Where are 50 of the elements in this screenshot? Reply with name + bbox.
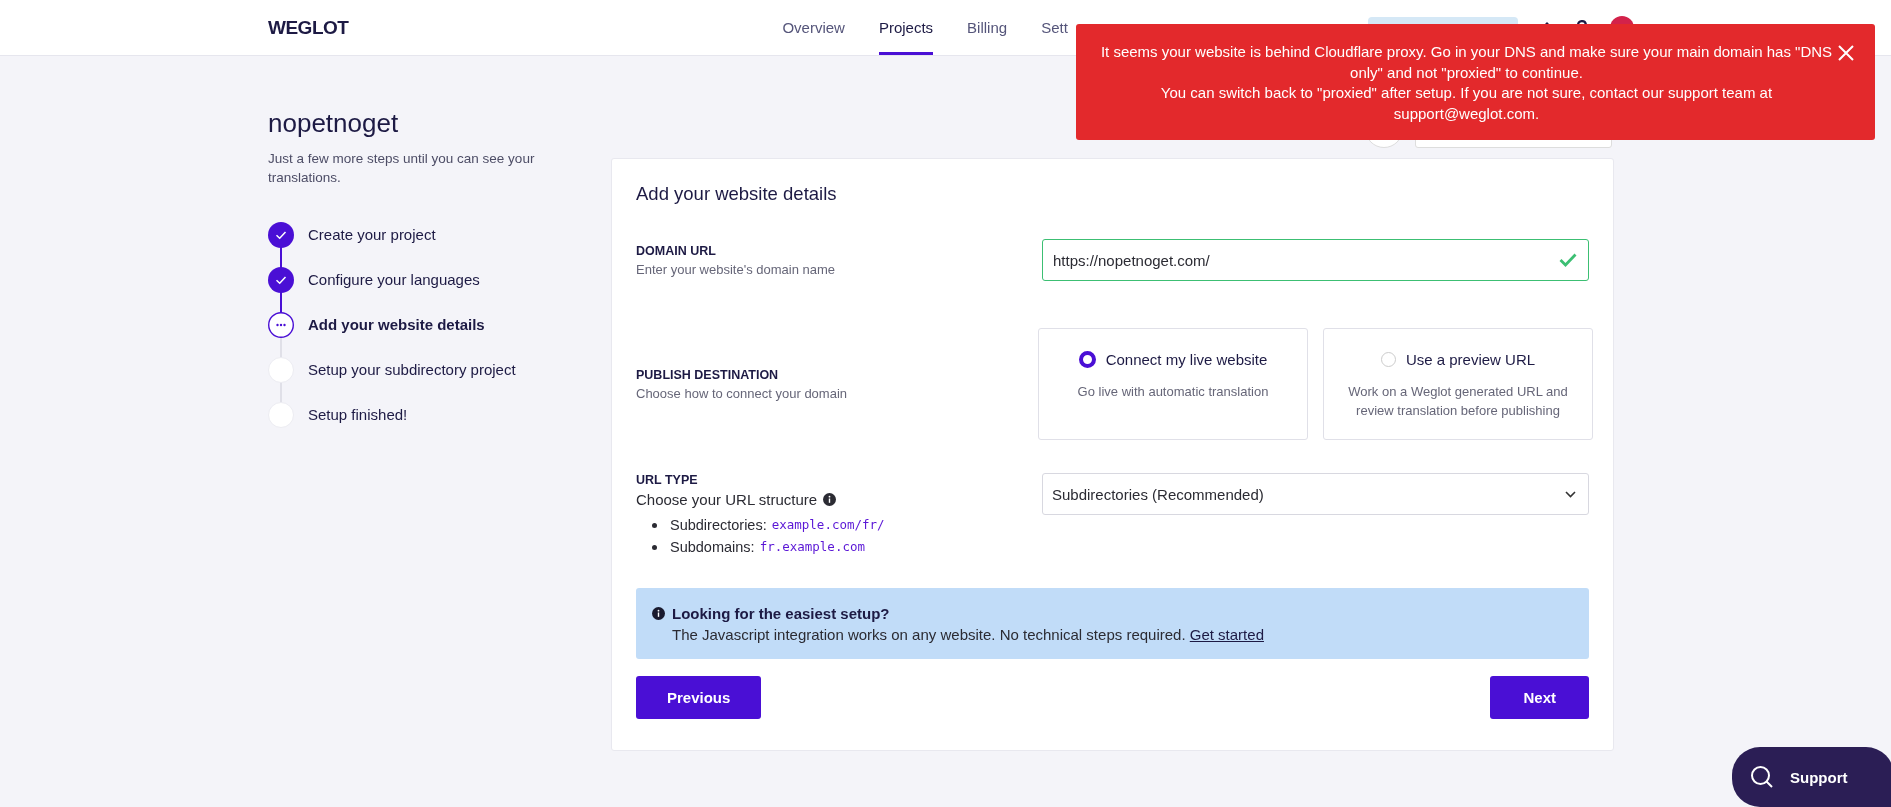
info-text: The Javascript integration works on any website. No technical steps required. [672,626,1186,643]
nav-tab[interactable]: Overview [782,0,845,55]
project-subtitle: Just a few more steps until you can see your translations. [268,150,536,187]
get-started-link[interactable]: Get started [1189,626,1264,643]
search-icon [1750,765,1774,789]
field-label: URL TYPE [636,473,699,487]
step-connector [280,246,282,269]
field-hint: Choose how to connect your domain [636,385,848,401]
field-hint: Choose your URL structure [636,491,818,508]
option-title: Connect my live website [1105,351,1268,368]
example-code: fr.example.com [759,538,865,556]
close-icon[interactable] [1837,44,1855,62]
step-label: Setup finished! [308,406,408,423]
project-title: nopetnoget [268,108,400,139]
info-title: Looking for the easiest setup? [672,605,890,622]
field-hint: Enter your website's domain name [636,261,837,277]
error-message: You can switch back to "proxied" after setup. If you are not sure, contact our support team at support@weglot.com. [1159,83,1774,124]
info-icon[interactable] [823,493,837,506]
logo[interactable]: WEGLOT [268,16,349,39]
check-icon [1559,253,1577,267]
support-button[interactable]: Support [1732,747,1891,807]
nav-tab[interactable]: Sett [1041,0,1068,55]
step-label: Add your website details [308,316,485,333]
example-name: Subdomains: [670,538,755,557]
field-label: DOMAIN URL [636,243,717,258]
field-label: PUBLISH DESTINATION [636,367,780,382]
domain-field[interactable]: https://nopetnoget.com/ [1042,239,1589,281]
info-icon [652,607,665,620]
previous-button[interactable]: Previous [636,676,762,719]
option-description: Work on a Weglot generated URL and review translation before publishing [1347,383,1569,420]
error-message: It seems your website is behind Cloudflare proxy. Go in your DNS and make sure your main domain has "DNS only" and not "proxied" to continue. [1099,42,1834,83]
nav-tab[interactable]: Projects [878,0,934,55]
url-type-select[interactable]: Subdirectories (Recommended) [1042,473,1589,515]
example-name: Subdirectories: [670,516,767,535]
card-title: Add your website details [636,183,838,205]
radio-button[interactable] [1078,351,1096,368]
step-label: Setup your subdirectory project [308,361,516,378]
example-code: example.com/fr/ [771,516,885,534]
nav-tab[interactable]: Billing [967,0,1008,55]
option-title: Use a preview URL [1405,351,1536,368]
chevron-icon [1565,490,1576,498]
bullet-icon [652,544,657,550]
step-connector [280,291,282,314]
next-button[interactable]: Next [1490,676,1589,719]
option-description: Go live with automatic translation [1076,383,1270,401]
bullet-icon [652,522,657,528]
step-label: Create your project [308,226,436,243]
option-card[interactable]: Connect my live website Go live with automatic translation [1038,328,1308,440]
option-card[interactable]: Use a preview URL Work on a Weglot generated URL and review translation before publishing [1323,328,1593,440]
step-label: Configure your languages [308,271,480,288]
